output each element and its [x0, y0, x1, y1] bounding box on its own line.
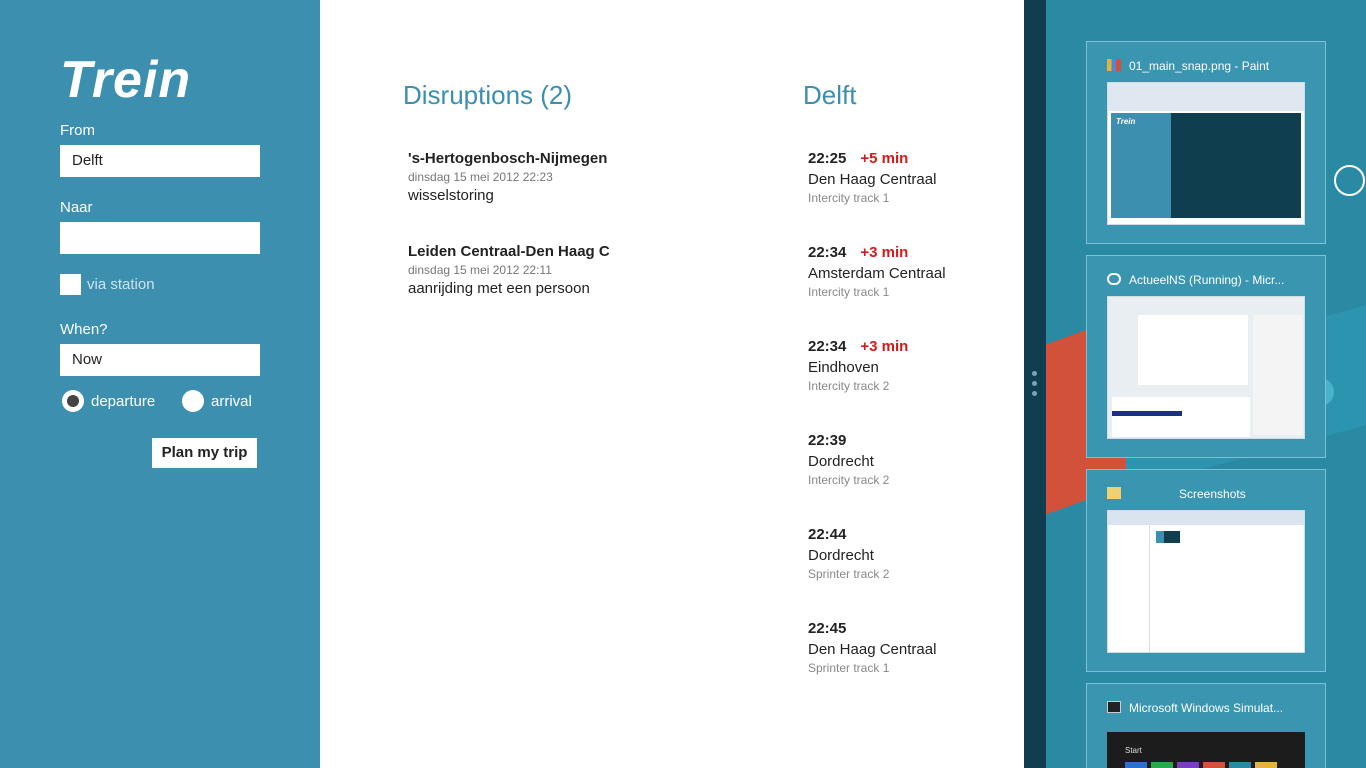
departure-item[interactable]: 22:39 Dordrecht Intercity track 2	[808, 432, 1018, 487]
departure-delay: +5 min	[860, 150, 909, 167]
station-title: Delft	[803, 80, 857, 110]
disruption-item[interactable]: 's-Hertogenbosch-Nijmegen dinsdag 15 mei…	[408, 150, 728, 204]
departure-destination: Den Haag Centraal	[808, 641, 937, 658]
grip-dot	[1032, 381, 1037, 386]
departure-destination: Dordrecht	[808, 453, 874, 470]
departure-delay: +3 min	[860, 244, 909, 261]
arrival-label: arrival	[211, 393, 252, 410]
departure-item[interactable]: 22:34 +3 min Amsterdam Centraal Intercity…	[808, 244, 1018, 299]
from-input[interactable]: Delft	[60, 145, 260, 177]
to-input[interactable]	[60, 222, 260, 254]
disruption-description: aanrijding met een persoon	[408, 280, 590, 297]
switcher-thumbnail-visual-studio[interactable]: ActueelNS (Running) - Micr...	[1086, 255, 1326, 458]
departure-item[interactable]: 22:25 +5 min Den Haag Centraal Intercity …	[808, 150, 1018, 205]
disruption-date: dinsdag 15 mei 2012 22:23	[408, 170, 553, 184]
departure-delay: +3 min	[860, 338, 909, 355]
switcher-thumbnail-explorer[interactable]: Screenshots	[1086, 469, 1326, 672]
departure-item[interactable]: 22:44 Dordrecht Sprinter track 2	[808, 526, 1018, 581]
window-preview: Trein	[1107, 82, 1305, 225]
when-input[interactable]: Now	[60, 344, 260, 376]
window-title: ActueelNS (Running) - Micr...	[1129, 273, 1285, 287]
window-preview	[1107, 296, 1305, 439]
plan-trip-button[interactable]: Plan my trip	[152, 438, 257, 468]
preview-text: Trein	[1116, 117, 1136, 126]
window-title: Screenshots	[1179, 487, 1246, 501]
simulator-icon	[1107, 701, 1121, 713]
departure-destination: Dordrecht	[808, 547, 874, 564]
window-title: Microsoft Windows Simulat...	[1129, 701, 1284, 715]
switcher-thumbnail-simulator[interactable]: Microsoft Windows Simulat... Start	[1086, 683, 1326, 768]
departure-track: Intercity track 1	[808, 285, 890, 299]
departure-time: 22:44	[808, 526, 847, 543]
switcher-thumbnail-paint[interactable]: 01_main_snap.png - Paint Trein	[1086, 41, 1326, 244]
departure-time: 22:39	[808, 432, 847, 449]
paint-icon	[1107, 59, 1121, 71]
departure-track: Intercity track 2	[808, 379, 890, 393]
departure-track: Intercity track 1	[808, 191, 890, 205]
arrival-radio[interactable]	[182, 390, 204, 412]
switcher-circle-icon	[1334, 165, 1365, 196]
when-label: When?	[60, 321, 108, 338]
departure-radio[interactable]	[62, 390, 84, 412]
app-title: Trein	[60, 51, 192, 109]
disruption-date: dinsdag 15 mei 2012 22:11	[408, 263, 552, 277]
departure-time: 22:45	[808, 620, 847, 637]
departure-track: Sprinter track 2	[808, 567, 890, 581]
window-title: 01_main_snap.png - Paint	[1129, 59, 1270, 73]
folder-icon	[1107, 487, 1121, 499]
disruption-description: wisselstoring	[408, 187, 494, 204]
departure-destination: Amsterdam Centraal	[808, 265, 946, 282]
via-station-checkbox[interactable]	[60, 274, 81, 295]
disruption-route: Leiden Centraal-Den Haag C	[408, 243, 610, 260]
disruptions-title: Disruptions (2)	[403, 80, 573, 110]
departure-label: departure	[91, 393, 156, 410]
departure-time: 22:34	[808, 244, 847, 261]
departure-destination: Den Haag Centraal	[808, 171, 937, 188]
departure-track: Sprinter track 1	[808, 661, 890, 675]
disruption-route: 's-Hertogenbosch-Nijmegen	[408, 150, 608, 167]
preview-text: Start	[1125, 746, 1142, 755]
departure-item[interactable]: 22:34 +3 min Eindhoven Intercity track 2	[808, 338, 1018, 393]
grip-dot	[1032, 371, 1037, 376]
search-panel: Trein From Delft Naar via station When? …	[0, 0, 320, 768]
window-preview	[1107, 510, 1305, 653]
disruption-item[interactable]: Leiden Centraal-Den Haag C dinsdag 15 me…	[408, 243, 728, 297]
departure-time: 22:34	[808, 338, 847, 355]
departure-track: Intercity track 2	[808, 473, 890, 487]
window-preview: Start	[1107, 732, 1305, 768]
via-station-label: via station	[87, 276, 155, 293]
visual-studio-icon	[1107, 273, 1121, 285]
departure-destination: Eindhoven	[808, 359, 879, 376]
from-label: From	[60, 122, 95, 139]
departure-item[interactable]: 22:45 Den Haag Centraal Sprinter track 1	[808, 620, 1018, 675]
grip-dot	[1032, 391, 1037, 396]
to-label: Naar	[60, 199, 93, 216]
departure-time: 22:25	[808, 150, 847, 167]
